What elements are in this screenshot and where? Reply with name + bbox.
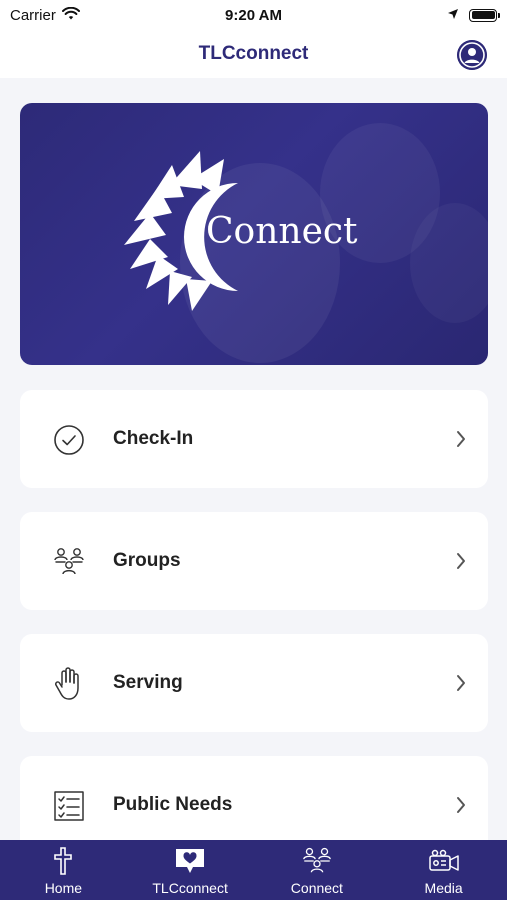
tab-label: Home	[44, 880, 83, 896]
nav-bar: TLCconnect	[0, 30, 507, 78]
battery-icon	[469, 8, 500, 22]
tab-tlcconnect[interactable]: TLCconnect	[127, 840, 254, 900]
cross-icon	[52, 846, 74, 876]
hand-icon	[52, 667, 86, 701]
hero-banner[interactable]: Connect	[20, 103, 488, 365]
profile-button[interactable]	[457, 40, 487, 70]
people-group-icon	[52, 545, 86, 579]
menu-item-label: Check-In	[113, 428, 194, 449]
status-right	[447, 7, 500, 24]
status-left: Carrier	[10, 6, 80, 24]
tab-bar: Home TLCconnect Connect Media	[0, 840, 507, 900]
checklist-icon	[52, 789, 86, 823]
menu-item-label: Serving	[113, 672, 183, 693]
tab-label: Media	[424, 880, 463, 896]
location-arrow-icon	[447, 7, 459, 24]
tab-media[interactable]: Media	[380, 840, 507, 900]
tab-connect[interactable]: Connect	[254, 840, 381, 900]
menu-item-label: Groups	[113, 550, 181, 571]
menu-item-groups[interactable]: Groups	[20, 512, 488, 610]
tab-home[interactable]: Home	[0, 840, 127, 900]
status-bar: Carrier 9:20 AM	[0, 0, 507, 30]
menu-item-check-in[interactable]: Check-In	[20, 390, 488, 488]
tab-label: Connect	[290, 880, 343, 896]
carrier-label: Carrier	[10, 6, 56, 24]
heart-chat-icon	[174, 846, 206, 876]
menu-item-serving[interactable]: Serving	[20, 634, 488, 732]
chevron-right-icon	[456, 552, 466, 575]
people-group-icon	[301, 846, 333, 876]
chevron-right-icon	[456, 674, 466, 697]
hero-wordmark: Connect	[206, 211, 358, 252]
menu-item-label: Public Needs	[113, 794, 233, 815]
wifi-icon	[61, 6, 80, 24]
person-circle-icon	[457, 40, 487, 70]
chevron-right-icon	[456, 796, 466, 819]
chevron-right-icon	[456, 430, 466, 453]
page-title: TLCconnect	[198, 43, 309, 64]
check-circle-icon	[52, 423, 86, 457]
tab-label: TLCconnect	[152, 880, 228, 896]
video-camera-icon	[428, 846, 460, 876]
